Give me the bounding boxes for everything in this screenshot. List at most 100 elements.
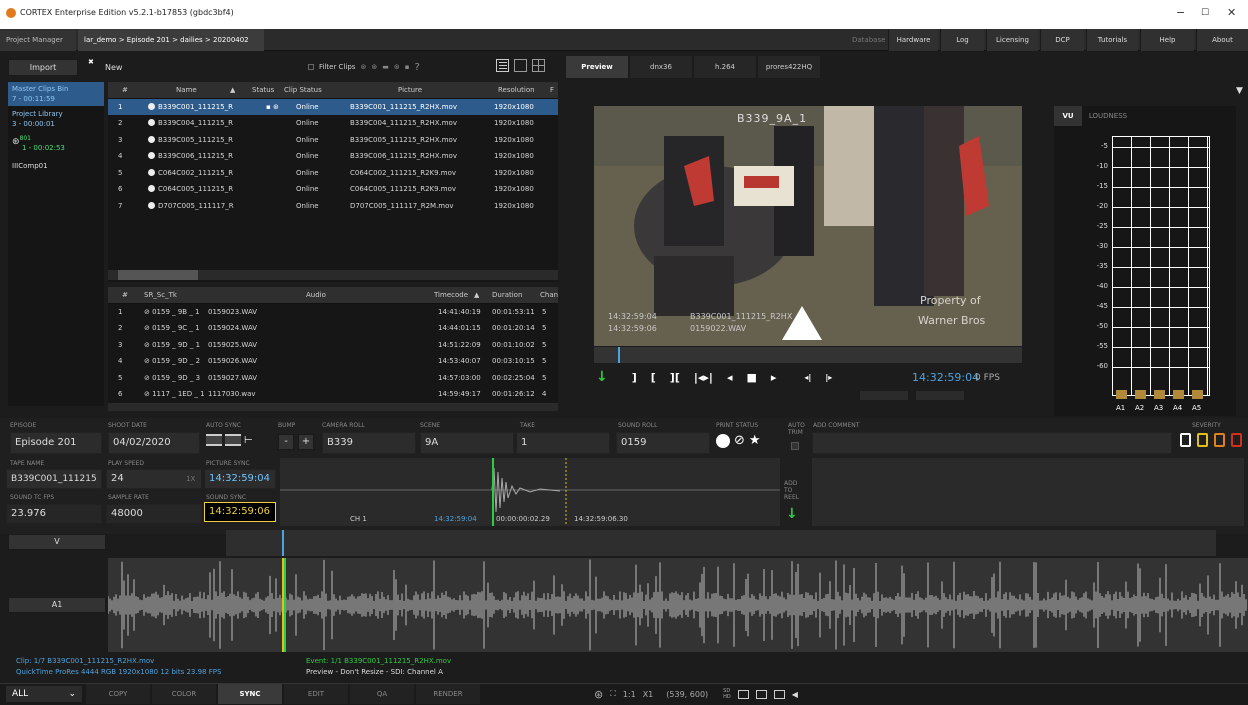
print-cancel-icon[interactable]: ⊘: [734, 433, 745, 448]
tab-copy[interactable]: COPY: [86, 684, 150, 704]
preview-menu-icon[interactable]: ▼: [1236, 86, 1243, 96]
col-sr-sc-tk[interactable]: SR_Sc_Tk: [144, 287, 177, 304]
video-track[interactable]: [226, 530, 1216, 556]
bin-project-library[interactable]: Project Library 3 - 00:00:01: [8, 109, 104, 129]
clip-table-hscrollbar[interactable]: [108, 270, 558, 280]
zoom-level[interactable]: 1:1: [623, 690, 636, 699]
table-row[interactable]: 4 ⊘ 0159 _ 9D _ 2 0159026.WAV 14:53:40:0…: [108, 353, 558, 370]
filter-checkbox[interactable]: [308, 64, 314, 70]
col-resolution[interactable]: Resolution: [498, 82, 535, 99]
grid-view-icon[interactable]: [532, 59, 545, 72]
audio-track[interactable]: [108, 558, 1248, 652]
fit-icon[interactable]: ⛶: [610, 689, 616, 699]
sound-roll-field[interactable]: 0159: [616, 432, 710, 454]
tab-preview[interactable]: Preview: [566, 56, 628, 78]
reel-icon[interactable]: ⊛: [594, 688, 603, 701]
col-f[interactable]: F: [550, 82, 554, 99]
picture-sync-field[interactable]: 14:32:59:04: [204, 469, 276, 489]
episode-field[interactable]: Episode 201: [10, 432, 102, 454]
menu-hardware[interactable]: Hardware: [888, 29, 938, 51]
col-audio[interactable]: Audio: [306, 287, 326, 304]
audio-table-hscrollbar[interactable]: [108, 403, 558, 411]
menu-log[interactable]: Log: [940, 29, 984, 51]
menu-tutorials[interactable]: Tutorials: [1086, 29, 1138, 51]
take-field[interactable]: 1: [516, 432, 610, 454]
table-row[interactable]: 5 C064C002_111215_R Online C064C002_1112…: [108, 165, 558, 182]
severity-none-icon[interactable]: [1180, 433, 1191, 447]
tab-dnx36[interactable]: dnx36: [630, 56, 692, 78]
help-icon[interactable]: ?: [414, 62, 419, 73]
col-clip-status[interactable]: Clip Status: [284, 82, 322, 99]
col-timecode[interactable]: Timecode: [434, 287, 468, 304]
tab-color[interactable]: COLOR: [152, 684, 216, 704]
track-a1-label[interactable]: A1: [8, 597, 106, 613]
step-forward-icon[interactable]: |▸: [825, 373, 832, 382]
bump-minus-button[interactable]: -: [278, 434, 294, 450]
table-row[interactable]: 4 B339C006_111215_R Online B339C006_1112…: [108, 148, 558, 165]
minimize-button[interactable]: −: [1176, 6, 1185, 19]
table-row[interactable]: 6 ⊘ 1117 _ 1ED _ 1 1117030.wav 14:59:49:…: [108, 386, 558, 403]
shoot-date-field[interactable]: 04/02/2020: [108, 432, 200, 454]
table-row[interactable]: 1 ⊘ 0159 _ 9B _ 1 0159023.WAV 14:41:40:1…: [108, 304, 558, 321]
bin-comp01[interactable]: IIIComp01: [12, 162, 48, 170]
menu-database[interactable]: Database: [846, 29, 891, 51]
severity-medium-icon[interactable]: [1214, 433, 1225, 447]
overlay-view-icon[interactable]: [773, 689, 785, 699]
close-button[interactable]: ✕: [1227, 6, 1236, 19]
rewind-icon[interactable]: ◂: [727, 371, 733, 384]
severity-low-icon[interactable]: [1197, 433, 1208, 447]
film-reel-icon[interactable]: ⊛: [360, 63, 366, 71]
menu-help[interactable]: Help: [1140, 29, 1194, 51]
sound-tc-fps-field[interactable]: 23.976: [6, 504, 102, 524]
zoom-multiplier[interactable]: X1: [643, 690, 654, 699]
tab-edit[interactable]: EDIT: [284, 684, 348, 704]
tab-sync[interactable]: SYNC: [218, 684, 282, 704]
menu-dcp[interactable]: DCP: [1040, 29, 1084, 51]
print-circle-icon[interactable]: [716, 433, 730, 448]
scene-field[interactable]: 9A: [420, 432, 514, 454]
audio-speaker-icon[interactable]: ◀: [792, 690, 798, 699]
step-back-icon[interactable]: ◂|: [804, 373, 811, 382]
menu-licensing[interactable]: Licensing: [986, 29, 1038, 51]
sync-waveform[interactable]: CH 1 14:32:59:04 00:00:00:02.29 14:32:59…: [280, 458, 780, 526]
col-name[interactable]: Name: [176, 82, 197, 99]
menu-about[interactable]: About: [1196, 29, 1248, 51]
table-row[interactable]: 7 D707C005_111117_R Online D707C005_1111…: [108, 198, 558, 215]
bin-801[interactable]: ⊛801 1 - 00:02:53: [8, 134, 104, 153]
hd-toggle[interactable]: HD: [723, 694, 731, 700]
video-frame[interactable]: B339_9A_1 14:32:59:04 14:32:59:06 B339C0…: [594, 106, 1022, 346]
sound-sync-field[interactable]: 14:32:59:06: [204, 502, 276, 522]
dot-icon[interactable]: ▪: [405, 63, 410, 71]
single-view-icon[interactable]: [737, 689, 749, 699]
maximize-button[interactable]: ☐: [1201, 8, 1209, 18]
col-num[interactable]: #: [122, 287, 128, 304]
tab-project-manager[interactable]: Project Manager: [0, 29, 76, 51]
col-num[interactable]: #: [122, 82, 128, 99]
play-overlay-icon[interactable]: [782, 306, 822, 340]
table-row[interactable]: 1 B339C001_111215_R ▪ ⊛ Online B339C001_…: [108, 98, 558, 115]
play-icon[interactable]: ▸: [771, 371, 777, 384]
add-to-reel-icon[interactable]: ↓: [786, 506, 798, 522]
table-row[interactable]: 5 ⊘ 0159 _ 9D _ 3 0159027.WAV 14:57:03:0…: [108, 370, 558, 387]
sync-wave-icon[interactable]: [225, 434, 241, 446]
table-row[interactable]: 6 C064C005_111215_R Online C064C005_1112…: [108, 181, 558, 198]
clapper-icon[interactable]: ▬: [382, 63, 389, 71]
sync-timecode-icon[interactable]: [206, 434, 222, 446]
table-row[interactable]: 3 ⊘ 0159 _ 9D _ 1 0159025.WAV 14:51:22:0…: [108, 337, 558, 354]
tab-loudness[interactable]: LOUDNESS: [1082, 106, 1134, 126]
tab-dailies[interactable]: lar_demo > Episode 201 > dailies > 20200…: [78, 29, 264, 66]
severity-high-icon[interactable]: [1231, 433, 1242, 447]
playhead[interactable]: [618, 347, 620, 363]
mark-out-icon[interactable]: [: [651, 371, 656, 384]
mark-in-icon[interactable]: ]: [632, 371, 637, 384]
table-row[interactable]: 3 B339C005_111215_R Online B339C005_1112…: [108, 132, 558, 149]
bump-plus-button[interactable]: +: [298, 434, 314, 450]
close-tab-icon[interactable]: ✖: [88, 58, 94, 66]
reel-icon[interactable]: ⊛: [371, 63, 377, 71]
tab-render[interactable]: RENDER: [416, 684, 480, 704]
col-duration[interactable]: Duration: [492, 287, 522, 304]
col-status[interactable]: Status: [252, 82, 274, 99]
import-button[interactable]: Import: [8, 59, 78, 76]
auto-trim-checkbox[interactable]: [791, 442, 799, 450]
print-star-icon[interactable]: ★: [749, 433, 761, 448]
